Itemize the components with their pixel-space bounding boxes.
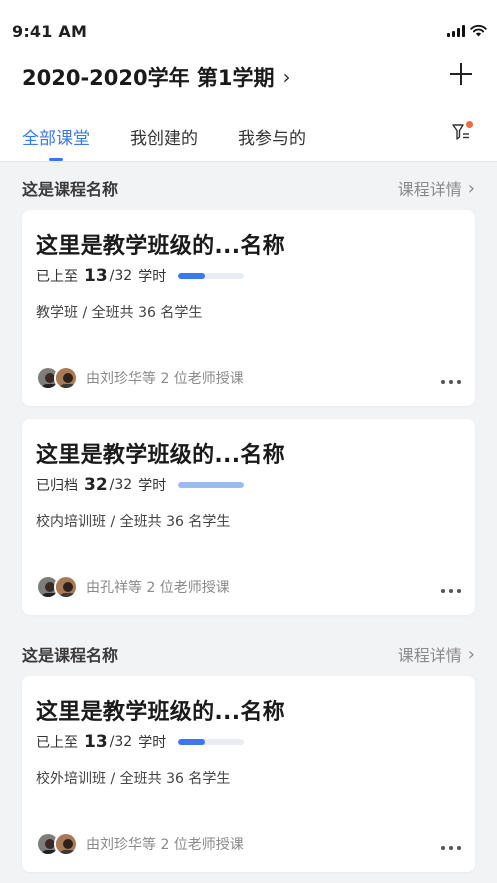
card-footer: 由孔祥等 2 位老师授课 — [36, 575, 230, 599]
progress-bar — [178, 482, 245, 488]
avatar — [54, 366, 78, 390]
card-footer: 由刘珍华等 2 位老师授课 — [36, 832, 244, 856]
wifi-icon — [470, 24, 487, 37]
teacher-info: 由刘珍华等 2 位老师授课 — [86, 371, 244, 387]
add-icon[interactable] — [449, 62, 473, 86]
teacher-info: 由刘珍华等 2 位老师授课 — [86, 837, 244, 853]
teacher-avatars — [36, 832, 78, 856]
tab-label: 全部课堂 — [22, 129, 90, 149]
active-tab-indicator — [49, 158, 63, 161]
class-title: 这里是教学班级的...名称 — [36, 700, 285, 725]
progress-row: 已上至 13 /32 学时 — [36, 266, 245, 286]
progress-unit: 学时 — [138, 478, 167, 494]
progress-done: 13 — [84, 266, 108, 286]
teacher-avatars — [36, 366, 78, 390]
progress-status: 已上至 — [36, 269, 78, 285]
class-card[interactable]: 这里是教学班级的...名称 已归档 32 /32 学时 校内培训班 / 全班共 … — [22, 419, 475, 615]
course-name: 这是课程名称 — [22, 646, 119, 665]
class-card[interactable]: 这里是教学班级的...名称 已上至 13 /32 学时 校外培训班 / 全班共 … — [22, 676, 475, 872]
teacher-avatars — [36, 575, 78, 599]
progress-done: 13 — [84, 732, 108, 752]
card-footer: 由刘珍华等 2 位老师授课 — [36, 366, 244, 390]
progress-total: /32 — [109, 268, 133, 284]
filter-icon[interactable] — [451, 121, 473, 144]
progress-done: 32 — [84, 475, 108, 495]
tab-bar: 全部课堂 我创建的 我参与的 — [22, 124, 306, 161]
class-title: 这里是教学班级的...名称 — [36, 443, 285, 468]
more-icon[interactable] — [441, 846, 461, 850]
status-time: 9:41 AM — [12, 22, 88, 41]
class-title: 这里是教学班级的...名称 — [36, 234, 285, 259]
tab-label: 我参与的 — [238, 129, 306, 149]
class-meta: 教学班 / 全班共 36 名学生 — [36, 305, 203, 321]
course-name: 这是课程名称 — [22, 180, 119, 199]
class-meta: 校外培训班 / 全班共 36 名学生 — [36, 771, 231, 787]
course-detail-link[interactable]: 课程详情 › — [398, 176, 475, 200]
teacher-info: 由孔祥等 2 位老师授课 — [86, 580, 230, 596]
more-icon[interactable] — [441, 380, 461, 384]
progress-total: /32 — [109, 477, 133, 493]
progress-status: 已上至 — [36, 735, 78, 751]
progress-bar — [178, 739, 245, 745]
tab-label: 我创建的 — [130, 129, 198, 149]
tab-created[interactable]: 我创建的 — [130, 124, 198, 149]
progress-row: 已归档 32 /32 学时 — [36, 475, 245, 495]
chevron-right-icon: › — [467, 643, 475, 665]
page-title: 2020-2020学年 第1学期 — [22, 66, 275, 90]
chevron-right-icon: › — [467, 177, 475, 199]
tab-joined[interactable]: 我参与的 — [238, 124, 306, 149]
section-header: 这是课程名称 课程详情 › — [22, 642, 475, 666]
tab-all-classes[interactable]: 全部课堂 — [22, 124, 90, 161]
status-icons — [447, 24, 487, 37]
progress-status: 已归档 — [36, 478, 78, 494]
more-icon[interactable] — [441, 589, 461, 593]
signal-icon — [447, 24, 465, 37]
notification-badge — [466, 121, 473, 128]
chevron-right-icon: › — [282, 65, 291, 89]
progress-row: 已上至 13 /32 学时 — [36, 732, 245, 752]
semester-selector[interactable]: 2020-2020学年 第1学期 › — [22, 62, 291, 92]
avatar — [54, 832, 78, 856]
section-header: 这是课程名称 课程详情 › — [22, 176, 475, 200]
avatar — [54, 575, 78, 599]
class-meta: 校内培训班 / 全班共 36 名学生 — [36, 514, 231, 530]
progress-unit: 学时 — [138, 269, 167, 285]
course-detail-link[interactable]: 课程详情 › — [398, 642, 475, 666]
course-detail-label: 课程详情 — [397, 180, 462, 199]
course-detail-label: 课程详情 — [397, 646, 462, 665]
progress-unit: 学时 — [138, 735, 167, 751]
top-bar: 9:41 AM 2020-2020学年 第1学期 › 全部课堂 我创建的 我参与… — [0, 0, 497, 162]
progress-total: /32 — [109, 734, 133, 750]
class-card[interactable]: 这里是教学班级的...名称 已上至 13 /32 学时 教学班 / 全班共 36… — [22, 210, 475, 406]
progress-bar — [178, 273, 245, 279]
